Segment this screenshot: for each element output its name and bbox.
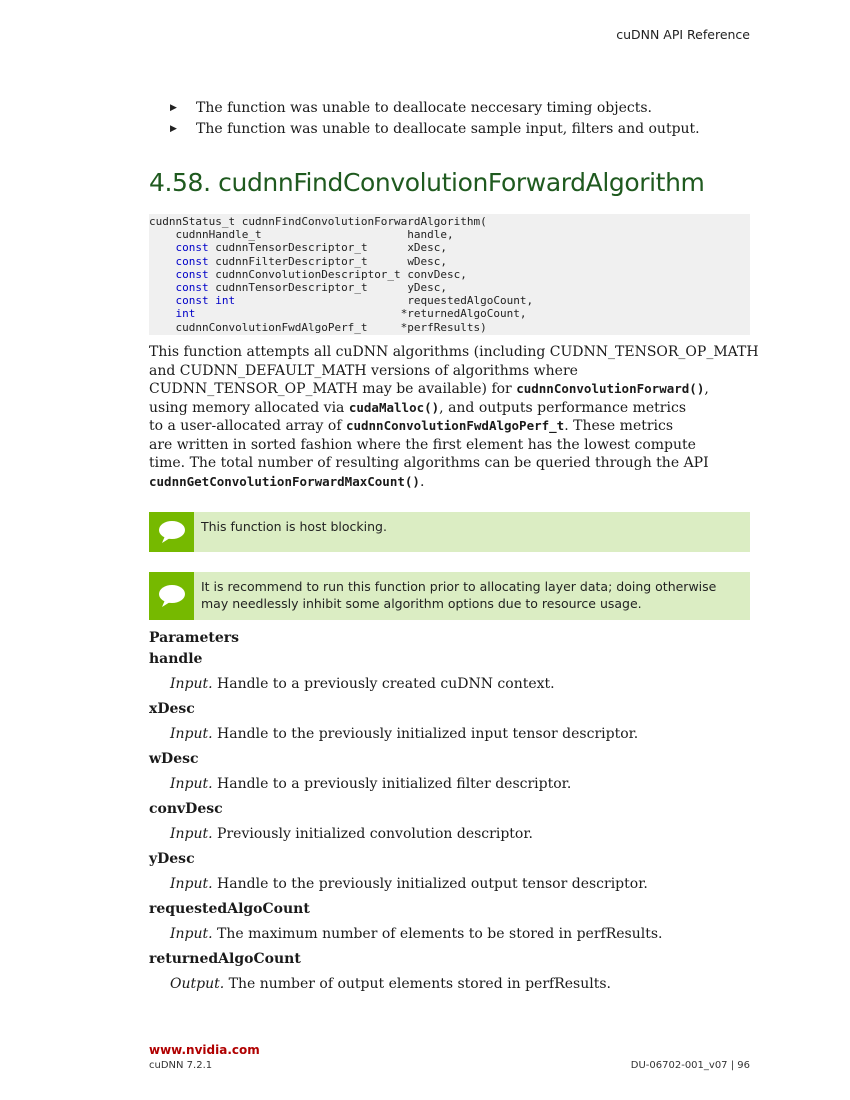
function-description: This function attempts all cuDNN algorit… xyxy=(149,344,759,490)
param-name: requestedAlgoCount xyxy=(149,901,310,917)
triangle-bullet-icon: ▶ xyxy=(170,123,177,134)
note-text: This function is host blocking. xyxy=(201,519,387,534)
running-header: cuDNN API Reference xyxy=(616,27,750,42)
param-description: Output. The number of output elements st… xyxy=(170,976,611,992)
param-name: wDesc xyxy=(149,751,199,767)
footer-doc-id-page-number: DU-06702-001_v07 | 96 xyxy=(630,1060,750,1071)
param-description: Input. Previously initialized convolutio… xyxy=(170,826,533,842)
note-callout: It is recommend to run this function pri… xyxy=(149,572,750,620)
parameters-heading: Parameters xyxy=(149,630,240,646)
param-name: handle xyxy=(149,651,203,667)
api-reference-link[interactable]: cudnnGetConvolutionForwardMaxCount() xyxy=(149,474,420,489)
param-description: Input. The maximum number of elements to… xyxy=(170,926,663,942)
param-description: Input. Handle to the previously initiali… xyxy=(170,876,648,892)
api-reference-link[interactable]: cudnnConvolutionForward() xyxy=(516,381,704,396)
speech-bubble-icon xyxy=(149,512,194,552)
param-name: yDesc xyxy=(149,851,195,867)
speech-bubble-icon xyxy=(149,572,194,620)
error-bullet-list: ▶ The function was unable to deallocate n… xyxy=(170,98,770,139)
param-name: returnedAlgoCount xyxy=(149,951,301,967)
note-callout: This function is host blocking. xyxy=(149,512,750,552)
note-text: It is recommend to run this function pri… xyxy=(201,579,717,611)
list-item: ▶ The function was unable to deallocate s… xyxy=(170,119,770,140)
param-name: xDesc xyxy=(149,701,195,717)
footer-product-version: cuDNN 7.2.1 xyxy=(149,1060,213,1071)
section-heading: 4.58. cudnnFindConvolutionForwardAlgorit… xyxy=(149,168,705,197)
param-description: Input. Handle to a previously initialize… xyxy=(170,776,572,792)
param-description: Input. Handle to a previously created cu… xyxy=(170,676,555,692)
api-reference-link[interactable]: cudaMalloc() xyxy=(349,400,439,415)
param-name: convDesc xyxy=(149,801,223,817)
param-description: Input. Handle to the previously initiali… xyxy=(170,726,639,742)
function-signature-code: cudnnStatus_t cudnnFindConvolutionForwar… xyxy=(149,214,750,335)
code-line: cudnnStatus_t cudnnFindConvolutionForwar… xyxy=(149,215,487,228)
api-reference-link[interactable]: cudnnConvolutionFwdAlgoPerf_t xyxy=(346,418,564,433)
list-item: ▶ The function was unable to deallocate n… xyxy=(170,98,770,119)
triangle-bullet-icon: ▶ xyxy=(170,103,177,113)
nvidia-website-link[interactable]: www.nvidia.com xyxy=(149,1043,260,1057)
parameters-section: Parameters handle Input. Handle to a pre… xyxy=(149,628,759,999)
